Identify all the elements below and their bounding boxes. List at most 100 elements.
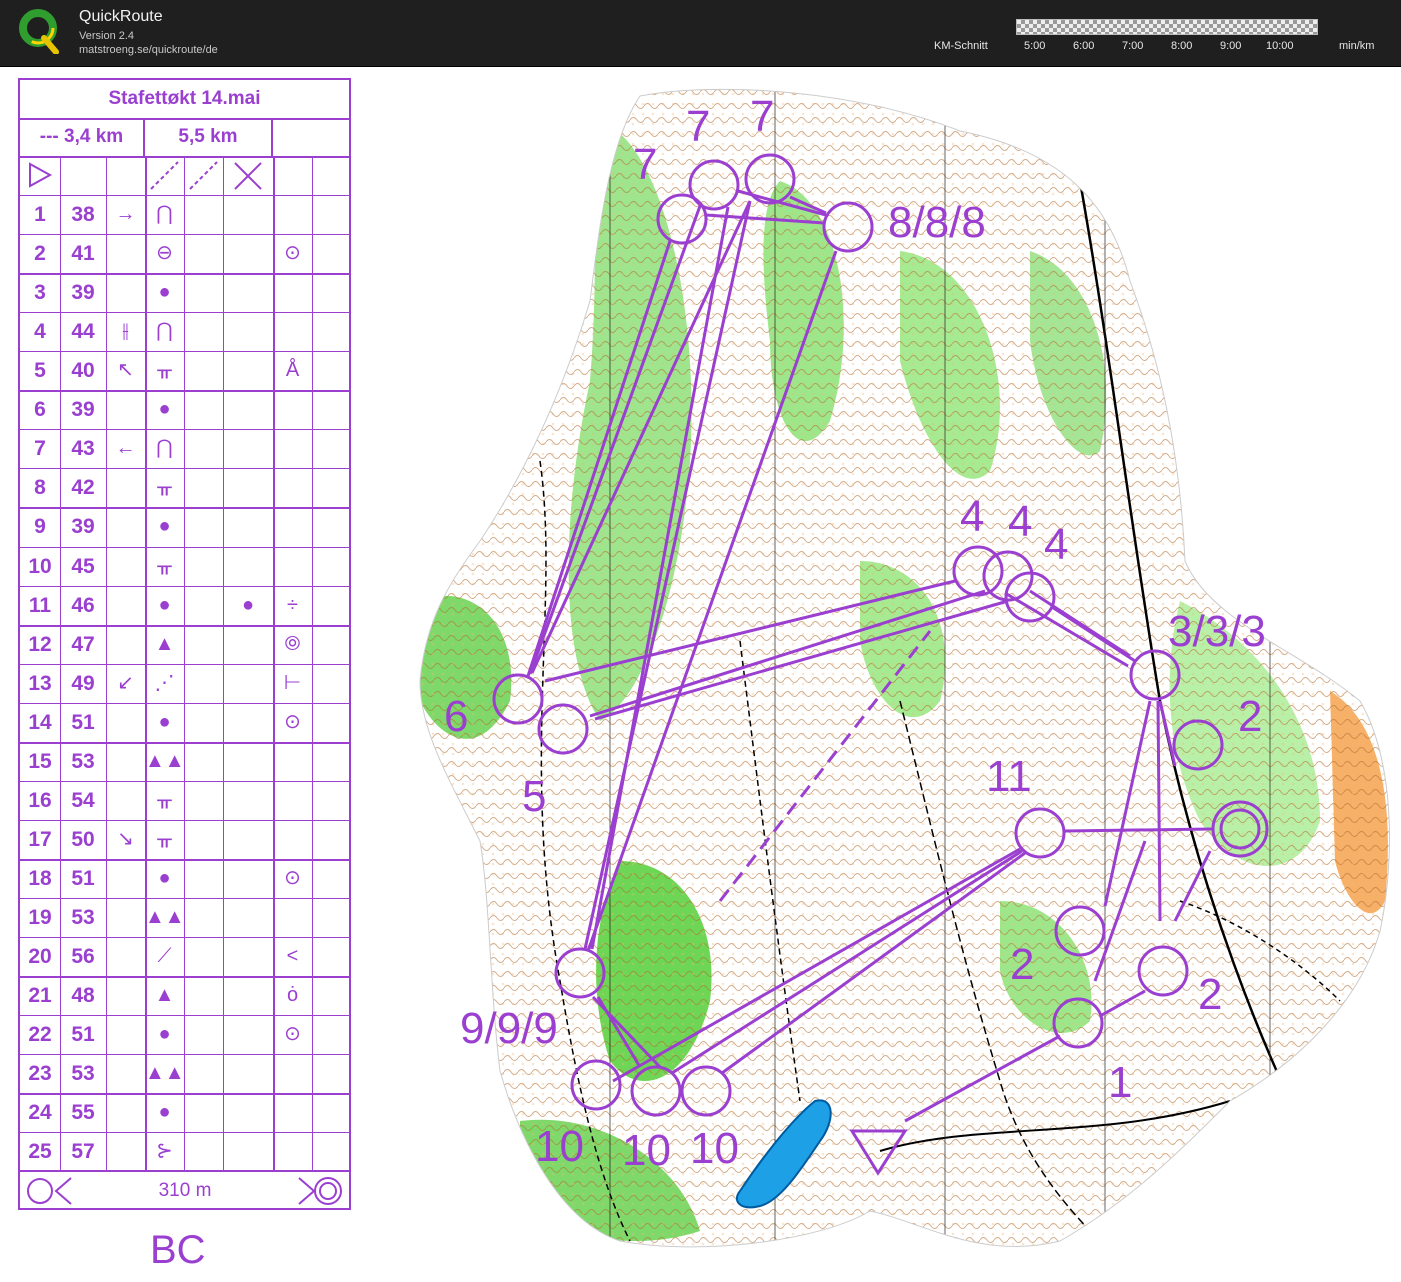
control-code: 39 xyxy=(71,515,95,538)
feature-symbol: ⋂ xyxy=(156,203,173,225)
which-feature-symbol: ⫲ xyxy=(122,320,129,342)
course-length-b: 5,5 km xyxy=(145,118,273,156)
appearance-symbol xyxy=(223,390,273,429)
which-feature-symbol xyxy=(106,234,145,273)
control-code: 46 xyxy=(71,594,95,617)
app-url: matstroeng.se/quickroute/de xyxy=(79,44,218,56)
feature-symbol: ᚂ xyxy=(157,359,172,381)
control-sequence: 19 xyxy=(28,906,52,929)
control-number: 1 xyxy=(1108,1058,1132,1107)
control-code: 50 xyxy=(71,828,95,851)
course-length-a: --- 3,4 km xyxy=(20,118,145,156)
control-sequence: 8 xyxy=(34,476,46,499)
control-number: 5 xyxy=(522,772,546,821)
control-code: 42 xyxy=(71,476,95,499)
which-feature-symbol xyxy=(106,937,145,976)
control-sequence: 5 xyxy=(34,359,46,382)
which-feature-symbol xyxy=(106,273,145,312)
pace-tick: 7:00 xyxy=(1122,40,1144,52)
course-title: Stafettøkt 14.mai xyxy=(20,80,349,120)
which-feature-symbol xyxy=(106,390,145,429)
control-number: 2 xyxy=(1010,940,1034,989)
location-symbol xyxy=(273,1093,312,1132)
control-code: 55 xyxy=(71,1101,95,1124)
app-title: QuickRoute xyxy=(79,8,163,25)
which-feature-symbol xyxy=(106,1054,145,1093)
pace-tick: 8:00 xyxy=(1171,40,1193,52)
feature-symbol: ● xyxy=(158,1023,171,1045)
appearance-symbol xyxy=(223,468,273,507)
start-finish-circle-icon xyxy=(27,1177,72,1205)
control-code: 43 xyxy=(71,437,95,460)
location-symbol xyxy=(273,273,312,312)
feature-symbol: ▲▲ xyxy=(145,906,185,928)
appearance-symbol xyxy=(223,312,273,351)
location-symbol xyxy=(273,547,312,586)
control-sequence: 16 xyxy=(28,789,52,812)
appearance-symbol xyxy=(223,859,273,898)
location-symbol xyxy=(273,742,312,781)
appearance-symbol xyxy=(223,1054,273,1093)
feature-symbol: ● xyxy=(158,281,171,303)
app-version: Version 2.4 xyxy=(79,30,135,42)
which-feature-symbol: → xyxy=(115,203,136,225)
finish-circle-icon xyxy=(298,1177,342,1205)
control-code: 44 xyxy=(71,320,95,343)
grid-line xyxy=(312,156,313,1171)
finish-row: 310 m xyxy=(20,1170,349,1210)
control-code: 53 xyxy=(71,1062,95,1085)
location-symbol: ⊙ xyxy=(284,1023,301,1045)
feature-symbol: ● xyxy=(158,515,171,537)
which-feature-symbol xyxy=(106,507,145,546)
distance-to-finish: 310 m xyxy=(158,1180,212,1201)
location-symbol xyxy=(273,195,312,234)
location-symbol xyxy=(273,468,312,507)
control-number: 9/9/9 xyxy=(460,1004,558,1053)
control-sequence: 13 xyxy=(28,672,52,695)
appearance-symbol xyxy=(223,937,273,976)
feature-symbol: ᚂ xyxy=(157,555,172,577)
pace-tick: 9:00 xyxy=(1220,40,1242,52)
location-symbol xyxy=(273,898,312,937)
control-sequence: 10 xyxy=(28,555,52,578)
location-symbol: ⊙ xyxy=(284,711,301,733)
control-code: 49 xyxy=(71,672,95,695)
control-sequence: 1 xyxy=(34,203,46,226)
which-feature-symbol xyxy=(106,976,145,1015)
location-symbol xyxy=(273,1132,312,1171)
appearance-symbol xyxy=(223,820,273,859)
control-number: 7 xyxy=(750,92,774,141)
control-number: 4 xyxy=(1008,497,1032,546)
feature-symbol: ▲▲ xyxy=(145,750,185,772)
control-sequence: 21 xyxy=(28,984,52,1007)
control-sequence: 20 xyxy=(28,945,52,968)
appearance-symbol xyxy=(223,429,273,468)
feature-symbol: ⋂ xyxy=(156,437,173,459)
appearance-symbol xyxy=(223,625,273,664)
which-feature-symbol xyxy=(106,547,145,586)
control-sequence: 14 xyxy=(28,711,52,734)
which-feature-symbol: ← xyxy=(115,437,136,459)
control-code: 39 xyxy=(71,281,95,304)
control-number: 10 xyxy=(690,1124,739,1173)
control-sequence: 22 xyxy=(28,1023,52,1046)
control-sequence: 18 xyxy=(28,867,52,890)
control-code: 56 xyxy=(71,945,95,968)
control-code: 51 xyxy=(71,1023,95,1046)
control-sequence: 4 xyxy=(34,320,46,343)
which-feature-symbol: ↙ xyxy=(117,672,134,694)
control-code: 51 xyxy=(71,867,95,890)
description-header-symbols xyxy=(29,161,262,190)
which-feature-symbol xyxy=(106,625,145,664)
control-sequence: 6 xyxy=(34,398,46,421)
quickroute-logo-icon xyxy=(19,9,59,54)
appearance-symbol xyxy=(223,351,273,390)
control-number: 2 xyxy=(1198,970,1222,1019)
location-symbol: < xyxy=(286,945,299,967)
feature-symbol: ⊱ xyxy=(156,1140,173,1162)
which-feature-symbol xyxy=(106,586,145,625)
appearance-symbol: ● xyxy=(241,594,255,616)
footer-label: BC xyxy=(150,1228,206,1272)
control-sequence: 17 xyxy=(28,828,52,851)
control-code: 54 xyxy=(71,789,95,812)
